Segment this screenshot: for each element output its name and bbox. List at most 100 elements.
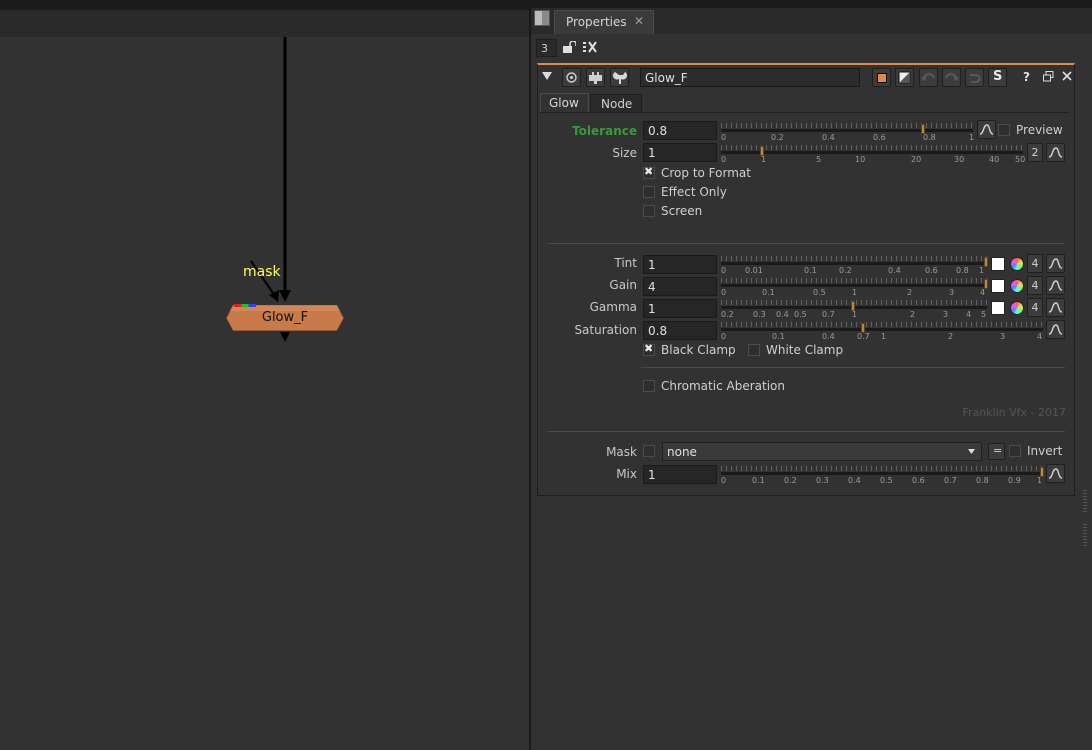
redo-button[interactable]: [942, 68, 961, 87]
saturation-field[interactable]: 0.8: [643, 321, 717, 340]
undo-button[interactable]: [919, 68, 938, 87]
size-slider[interactable]: 0 1 5 10 20 30 40 50: [721, 145, 1025, 164]
crop-to-format-checkbox[interactable]: [643, 165, 655, 179]
mask-arrow-head: [269, 290, 279, 302]
edit-node-button[interactable]: [610, 68, 629, 87]
white-clamp-checkbox[interactable]: [748, 344, 760, 356]
tick-label: 20: [911, 155, 922, 164]
gain-channels-button[interactable]: 4: [1027, 276, 1043, 295]
resize-grip[interactable]: [1083, 490, 1087, 512]
gamma-channels-button[interactable]: 4: [1027, 298, 1043, 317]
tint-channels-button[interactable]: 4: [1027, 254, 1043, 273]
max-panels-field[interactable]: 3: [536, 39, 557, 57]
invert-checkbox[interactable]: [1009, 445, 1021, 457]
mix-animation-button[interactable]: [1046, 464, 1065, 483]
mix-field[interactable]: 1: [643, 465, 717, 484]
tint-slider-handle[interactable]: [984, 257, 988, 267]
output-arrow: [280, 332, 290, 342]
chromatic-aberation-label: Chromatic Aberation: [661, 379, 785, 393]
close-panel-icon[interactable]: [1062, 71, 1072, 81]
collapse-icon[interactable]: [542, 72, 552, 80]
mask-equals-button[interactable]: =: [988, 443, 1005, 460]
mask-channel-dropdown[interactable]: none: [662, 442, 982, 461]
effect-only-label: Effect Only: [661, 185, 727, 199]
float-panel-icon[interactable]: [1043, 71, 1054, 82]
tolerance-field[interactable]: 0.8: [643, 121, 717, 140]
node-name-field[interactable]: Glow_F: [640, 68, 860, 87]
tick-label: 0.5: [794, 310, 807, 319]
mix-slider[interactable]: 0 0.1 0.2 0.3 0.4 0.5 0.6 0.7 0.8 0.9 1: [721, 466, 1044, 485]
mask-enable-checkbox[interactable]: [643, 445, 655, 457]
color-split-icon: [898, 71, 911, 84]
node-graph-panel[interactable]: mask Glow_F: [0, 0, 529, 750]
tab-glow[interactable]: Glow: [540, 93, 589, 112]
node-color-secondary-button[interactable]: [895, 68, 914, 87]
gain-slider[interactable]: 0 0.1 0.5 1 2 3 4: [721, 278, 988, 297]
tick-label: 0: [721, 332, 727, 341]
node-color-button[interactable]: [872, 68, 891, 87]
effect-only-checkbox[interactable]: [643, 186, 655, 198]
tick-label: 30: [954, 155, 965, 164]
gain-color-swatch[interactable]: [991, 279, 1005, 293]
close-icon[interactable]: ✕: [634, 14, 644, 28]
gamma-field[interactable]: 1: [643, 299, 717, 318]
tab-node[interactable]: Node: [590, 94, 642, 112]
properties-panel: Properties ✕ 3 Glow_F S ? Glow Node Tole…: [531, 0, 1092, 750]
node-channel-indicator: [234, 304, 256, 307]
preview-checkbox[interactable]: [998, 124, 1010, 136]
gamma-slider[interactable]: 0.2 0.3 0.4 0.5 0.7 1 2 3 4 5: [721, 300, 987, 319]
size-channels-button[interactable]: 2: [1027, 143, 1043, 162]
gamma-color-wheel-icon[interactable]: [1010, 301, 1024, 315]
curve-icon: [1048, 280, 1063, 291]
tick-label: 0.6: [912, 476, 925, 485]
revert-button[interactable]: [965, 68, 984, 87]
pane-menu-icon[interactable]: [534, 10, 550, 26]
tint-color-swatch[interactable]: [991, 257, 1005, 271]
gamma-animation-button[interactable]: [1046, 298, 1065, 317]
curve-icon: [1048, 258, 1063, 269]
tick-label: 0.4: [822, 332, 835, 341]
node-graph-button[interactable]: [586, 68, 605, 87]
glow-node[interactable]: Glow_F: [226, 304, 344, 331]
node-connections: [250, 37, 291, 342]
lock-icon[interactable]: [562, 41, 576, 53]
size-animation-button[interactable]: [1046, 143, 1065, 162]
chromatic-aberation-checkbox[interactable]: [643, 380, 655, 392]
tick-label: 0: [721, 266, 727, 275]
undo-icon: [921, 73, 935, 81]
tick-label: 0.4: [848, 476, 861, 485]
tick-label: 0.8: [923, 133, 936, 142]
preview-label: Preview: [1016, 123, 1063, 137]
screen-checkbox[interactable]: [643, 205, 655, 217]
gain-field[interactable]: 4: [643, 277, 717, 296]
view-node-button[interactable]: [562, 68, 581, 87]
redo-icon: [945, 73, 959, 81]
size-field[interactable]: 1: [643, 143, 717, 162]
gain-color-wheel-icon[interactable]: [1010, 279, 1024, 293]
saturation-animation-button[interactable]: [1046, 320, 1065, 339]
clear-panels-icon[interactable]: [583, 41, 597, 53]
tick-label: 0.4: [776, 310, 789, 319]
gain-animation-button[interactable]: [1046, 276, 1065, 295]
script-button[interactable]: S: [988, 68, 1007, 87]
saturation-slider[interactable]: 0 0.1 0.4 0.7 1 2 3 4: [721, 322, 1043, 341]
node-color-swatch: [877, 73, 887, 83]
tick-label: 0.6: [873, 133, 886, 142]
resize-grip[interactable]: [1083, 524, 1087, 546]
black-clamp-checkbox[interactable]: [643, 342, 655, 356]
tint-slider[interactable]: 0 0.01 0.1 0.2 0.4 0.6 0.8 1: [721, 256, 988, 275]
tab-properties[interactable]: Properties ✕: [554, 10, 654, 34]
tint-animation-button[interactable]: [1046, 254, 1065, 273]
tint-field[interactable]: 1: [643, 255, 717, 274]
tint-color-wheel-icon[interactable]: [1010, 257, 1024, 271]
help-button[interactable]: ?: [1023, 70, 1030, 84]
gamma-label: Gamma: [589, 300, 637, 314]
screen-label: Screen: [661, 204, 703, 218]
tolerance-slider[interactable]: 0 0.2 0.4 0.6 0.8 1: [721, 123, 974, 142]
tolerance-animation-button[interactable]: [977, 120, 996, 139]
tick-label: 4: [1037, 332, 1043, 341]
tick-label: 0.3: [753, 310, 766, 319]
gamma-color-swatch[interactable]: [991, 301, 1005, 315]
equals-label: =: [993, 444, 1003, 457]
tick-label: 1: [1037, 476, 1043, 485]
